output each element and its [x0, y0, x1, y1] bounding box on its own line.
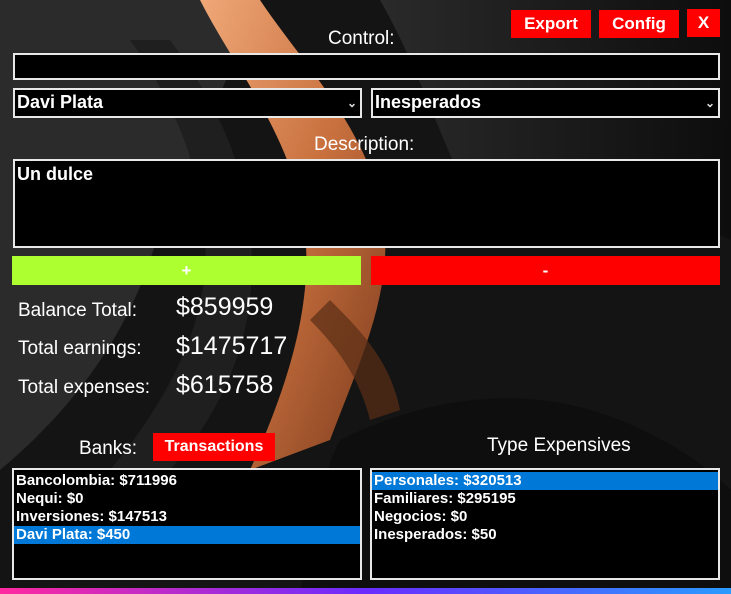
control-label: Control: [328, 28, 395, 49]
chevron-down-icon[interactable]: ⌄ [344, 90, 360, 116]
list-item[interactable]: Bancolombia: $711996 [14, 472, 360, 490]
list-item[interactable]: Inesperados: $50 [372, 526, 718, 544]
list-item[interactable]: Familiares: $295195 [372, 490, 718, 508]
config-button[interactable]: Config [599, 10, 679, 38]
banks-list[interactable]: Bancolombia: $711996 Nequi: $0 Inversion… [12, 468, 362, 580]
expense-types-list[interactable]: Personales: $320513 Familiares: $295195 … [370, 468, 720, 580]
category-select[interactable]: Inesperados ⌄ [371, 88, 720, 118]
export-button[interactable]: Export [511, 10, 591, 38]
list-item-selected[interactable]: Davi Plata: $450 [14, 526, 360, 544]
balance-total-label: Balance Total: [18, 300, 138, 321]
transactions-button[interactable]: Transactions [153, 433, 275, 461]
list-item[interactable]: Inversiones: $147513 [14, 508, 360, 526]
banks-label: Banks: [79, 438, 138, 459]
total-earnings-label: Total earnings: [18, 338, 142, 359]
total-earnings-value: $1475717 [176, 332, 288, 360]
list-item[interactable]: Negocios: $0 [372, 508, 718, 526]
total-expenses-label: Total expenses: [18, 377, 151, 398]
add-expense-button[interactable]: - [371, 256, 720, 285]
expense-types-label: Type Expensives [487, 435, 631, 456]
total-expenses-value: $615758 [176, 371, 274, 399]
close-button[interactable]: X [687, 9, 720, 37]
bank-select[interactable]: Davi Plata ⌄ [13, 88, 362, 118]
chevron-down-icon[interactable]: ⌄ [702, 90, 718, 116]
category-select-value: Inesperados [375, 92, 482, 112]
add-earning-button[interactable]: + [12, 256, 361, 285]
control-input[interactable] [13, 53, 720, 80]
balance-total-value: $859959 [176, 293, 274, 321]
description-label: Description: [314, 134, 415, 155]
list-item-selected[interactable]: Personales: $320513 [372, 472, 718, 490]
bank-select-value: Davi Plata [17, 92, 104, 112]
description-textarea[interactable]: Un dulce [13, 159, 720, 248]
list-item[interactable]: Nequi: $0 [14, 490, 360, 508]
